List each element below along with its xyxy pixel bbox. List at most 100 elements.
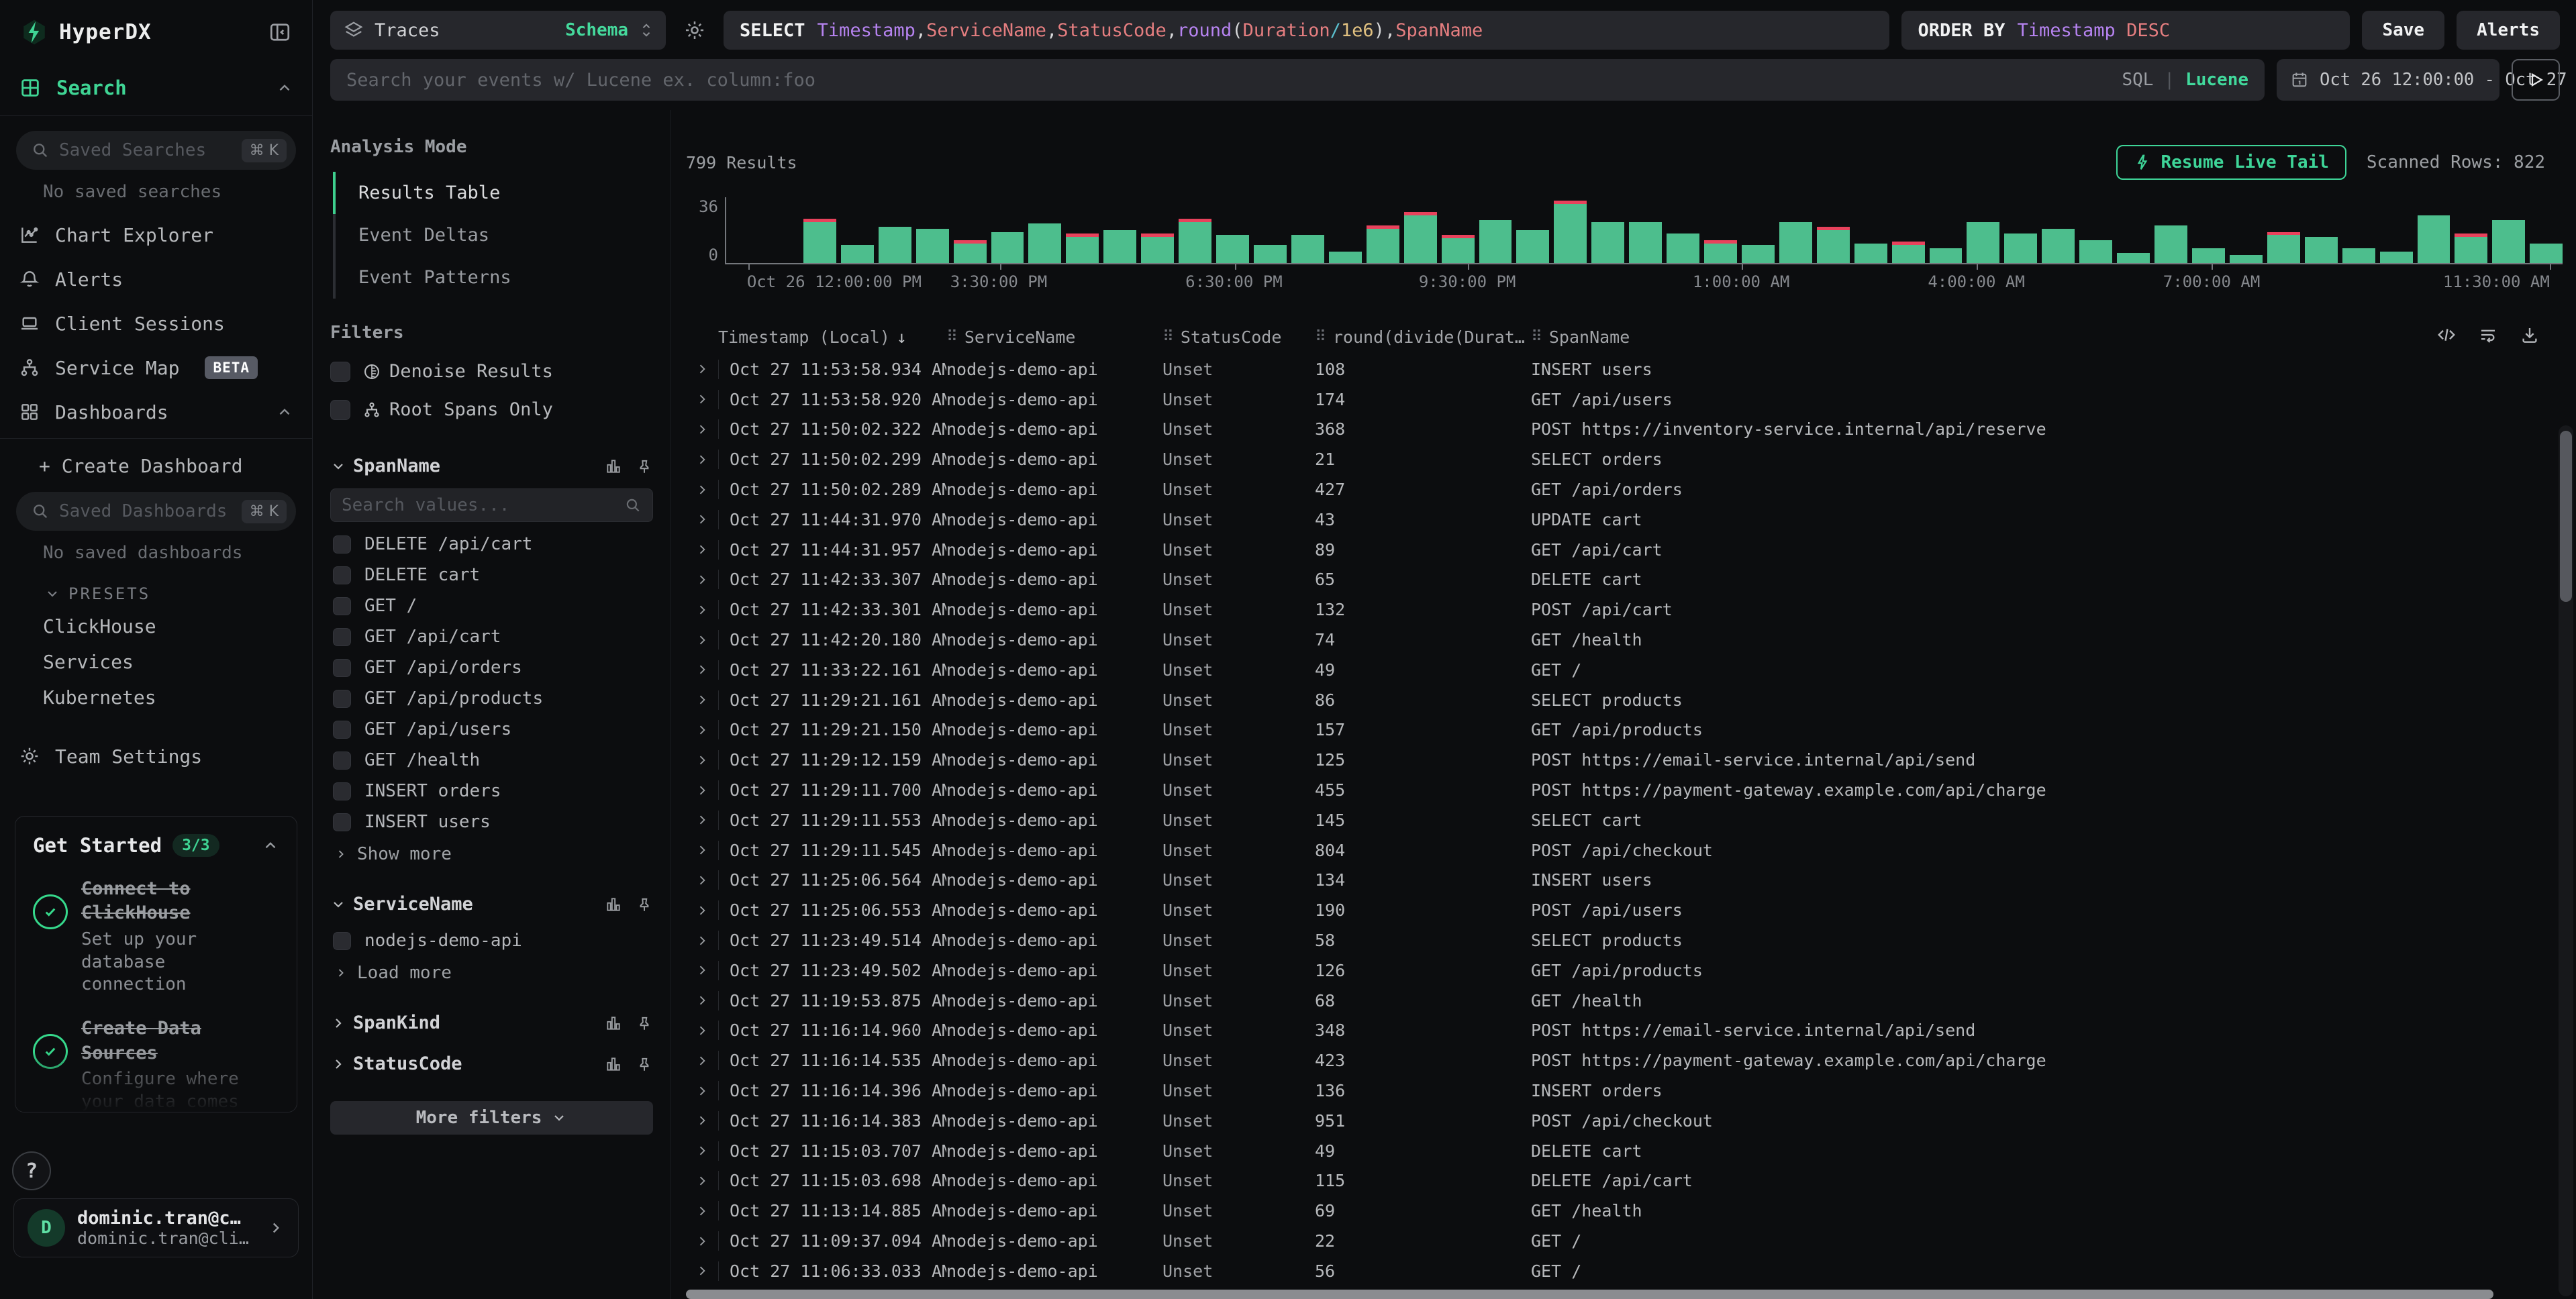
expand-row-chevron-icon[interactable]	[686, 813, 718, 827]
expand-row-chevron-icon[interactable]	[686, 1204, 718, 1218]
histogram-bar[interactable]	[2492, 220, 2525, 263]
expand-row-chevron-icon[interactable]	[686, 1174, 718, 1188]
histogram-bar[interactable]	[1367, 225, 1399, 263]
download-icon[interactable]	[2520, 325, 2540, 345]
expand-row-chevron-icon[interactable]	[686, 994, 718, 1007]
table-row[interactable]: Oct 27 11:16:14.535 AM nodejs-demo-api U…	[686, 1045, 2576, 1076]
drag-handle-icon[interactable]: ⠿	[946, 328, 958, 346]
expand-row-chevron-icon[interactable]	[686, 1114, 718, 1127]
saved-searches-input[interactable]	[59, 140, 232, 160]
chevron-up-icon[interactable]	[262, 837, 279, 854]
histogram-bar[interactable]	[1629, 222, 1662, 263]
checkbox[interactable]	[330, 400, 350, 420]
drag-handle-icon[interactable]: ⠿	[1162, 328, 1174, 346]
expand-row-chevron-icon[interactable]	[686, 573, 718, 586]
histogram-bar[interactable]	[1967, 222, 1999, 263]
filter-section-statuscode[interactable]: StatusCode	[330, 1047, 653, 1081]
sidebar-item-team-settings[interactable]: Team Settings	[0, 734, 312, 778]
sidebar-item-alerts[interactable]: Alerts	[0, 257, 312, 301]
table-row[interactable]: Oct 27 11:53:58.934 AM nodejs-demo-api U…	[686, 354, 2576, 384]
orderby-clause-input[interactable]: ORDER BY Timestamp DESC	[1901, 11, 2350, 50]
more-filters-button[interactable]: More filters	[330, 1101, 653, 1135]
table-row[interactable]: Oct 27 11:42:20.180 AM nodejs-demo-api U…	[686, 625, 2576, 655]
source-select[interactable]: Traces Schema	[330, 11, 666, 50]
table-row[interactable]: Oct 27 11:25:06.564 AM nodejs-demo-api U…	[686, 866, 2576, 896]
expand-row-chevron-icon[interactable]	[686, 1084, 718, 1098]
pin-icon[interactable]	[636, 896, 653, 913]
checkbox[interactable]	[330, 362, 350, 382]
table-row[interactable]: Oct 27 11:16:14.396 AM nodejs-demo-api U…	[686, 1076, 2576, 1106]
table-row[interactable]: Oct 27 11:44:31.957 AM nodejs-demo-api U…	[686, 535, 2576, 565]
expand-row-chevron-icon[interactable]	[686, 754, 718, 767]
table-row[interactable]: Oct 27 11:42:33.301 AM nodejs-demo-api U…	[686, 594, 2576, 625]
expand-row-chevron-icon[interactable]	[686, 874, 718, 887]
table-row[interactable]: Oct 27 11:23:49.514 AM nodejs-demo-api U…	[686, 925, 2576, 955]
drag-handle-icon[interactable]: ⠿	[1315, 328, 1326, 346]
chart-column-icon[interactable]	[605, 896, 622, 913]
histogram-bar[interactable]	[1516, 230, 1549, 263]
histogram-bar[interactable]	[1103, 230, 1136, 263]
saved-dashboards-search[interactable]: ⌘ K	[16, 492, 296, 531]
table-row[interactable]: Oct 27 11:15:03.707 AM nodejs-demo-api U…	[686, 1136, 2576, 1166]
histogram-bar[interactable]	[1066, 233, 1099, 263]
histogram-bar[interactable]	[2305, 237, 2338, 263]
expand-row-chevron-icon[interactable]	[686, 543, 718, 556]
chevron-up-icon[interactable]	[276, 403, 293, 421]
histogram-bar[interactable]	[879, 227, 911, 263]
spanname-search-input[interactable]	[342, 495, 617, 515]
wrap-text-icon[interactable]	[2478, 325, 2498, 345]
sidebar-item-chart-explorer[interactable]: Chart Explorer	[0, 213, 312, 257]
chevron-up-icon[interactable]	[276, 79, 293, 97]
table-row[interactable]: Oct 27 11:42:33.307 AM nodejs-demo-api U…	[686, 565, 2576, 595]
sidebar-item-client-sessions[interactable]: Client Sessions	[0, 301, 312, 346]
preset-dashboard-item[interactable]: Kubernetes	[0, 680, 312, 715]
filter-option[interactable]: nodejs-demo-api	[330, 925, 653, 956]
histogram-bar[interactable]	[1667, 233, 1699, 263]
histogram-bar[interactable]	[1291, 235, 1324, 263]
filter-option[interactable]: DELETE cart	[330, 560, 653, 590]
expand-row-chevron-icon[interactable]	[686, 423, 718, 436]
table-row[interactable]: Oct 27 11:16:14.960 AM nodejs-demo-api U…	[686, 1016, 2576, 1046]
histogram-bar[interactable]	[2079, 240, 2112, 263]
denoise-results-toggle[interactable]: Denoise Results	[330, 352, 653, 391]
histogram-bar[interactable]	[1479, 220, 1512, 263]
column-spanname[interactable]: ⠿ SpanName	[1531, 327, 2462, 347]
histogram-bar[interactable]	[1817, 227, 1850, 263]
lucene-toggle[interactable]: Lucene	[2185, 70, 2248, 90]
filter-section-spanname[interactable]: SpanName	[330, 449, 653, 483]
table-row[interactable]: Oct 27 11:19:53.875 AM nodejs-demo-api U…	[686, 986, 2576, 1016]
histogram-bar[interactable]	[2042, 229, 2075, 263]
analysis-mode-item[interactable]: Event Patterns	[333, 256, 653, 299]
checkbox[interactable]	[333, 782, 351, 800]
event-search-input[interactable]	[346, 70, 2111, 91]
histogram-bar[interactable]	[1028, 223, 1061, 263]
expand-row-chevron-icon[interactable]	[686, 453, 718, 466]
root-spans-toggle[interactable]: Root Spans Only	[330, 391, 653, 429]
presets-toggle[interactable]: PRESETS	[0, 574, 312, 609]
get-started-item[interactable]: Create Data Sources Configure where your…	[33, 1017, 279, 1112]
collapse-sidebar-icon[interactable]	[268, 20, 292, 44]
show-more-link[interactable]: Show more	[330, 837, 653, 867]
load-more-link[interactable]: Load more	[330, 956, 653, 986]
expand-row-chevron-icon[interactable]	[686, 843, 718, 857]
saved-searches-search[interactable]: ⌘ K	[16, 131, 296, 170]
filter-option[interactable]: GET /api/cart	[330, 621, 653, 652]
filter-option[interactable]: GET /api/orders	[330, 652, 653, 683]
histogram-bar[interactable]	[991, 232, 1024, 263]
date-range-picker[interactable]: Oct 26 12:00:00 - Oct 27 12:00:00	[2277, 59, 2499, 101]
histogram-bar[interactable]	[2342, 248, 2375, 263]
table-row[interactable]: Oct 27 11:16:14.383 AM nodejs-demo-api U…	[686, 1106, 2576, 1136]
expand-row-chevron-icon[interactable]	[686, 723, 718, 737]
sidebar-item-dashboards[interactable]: Dashboards	[0, 390, 312, 434]
checkbox[interactable]	[333, 597, 351, 615]
table-row[interactable]: Oct 27 11:25:06.553 AM nodejs-demo-api U…	[686, 895, 2576, 925]
filter-option[interactable]: INSERT users	[330, 807, 653, 837]
chart-column-icon[interactable]	[605, 1055, 622, 1073]
histogram-bar[interactable]	[2455, 233, 2487, 263]
event-search-bar[interactable]: SQL | Lucene	[330, 59, 2265, 101]
histogram-bar[interactable]	[1779, 222, 1812, 263]
preset-dashboard-item[interactable]: Services	[0, 644, 312, 680]
create-dashboard-button[interactable]: + Create Dashboard	[0, 443, 312, 481]
histogram-bar[interactable]	[1254, 245, 1287, 263]
histogram-bar[interactable]	[2117, 253, 2150, 263]
